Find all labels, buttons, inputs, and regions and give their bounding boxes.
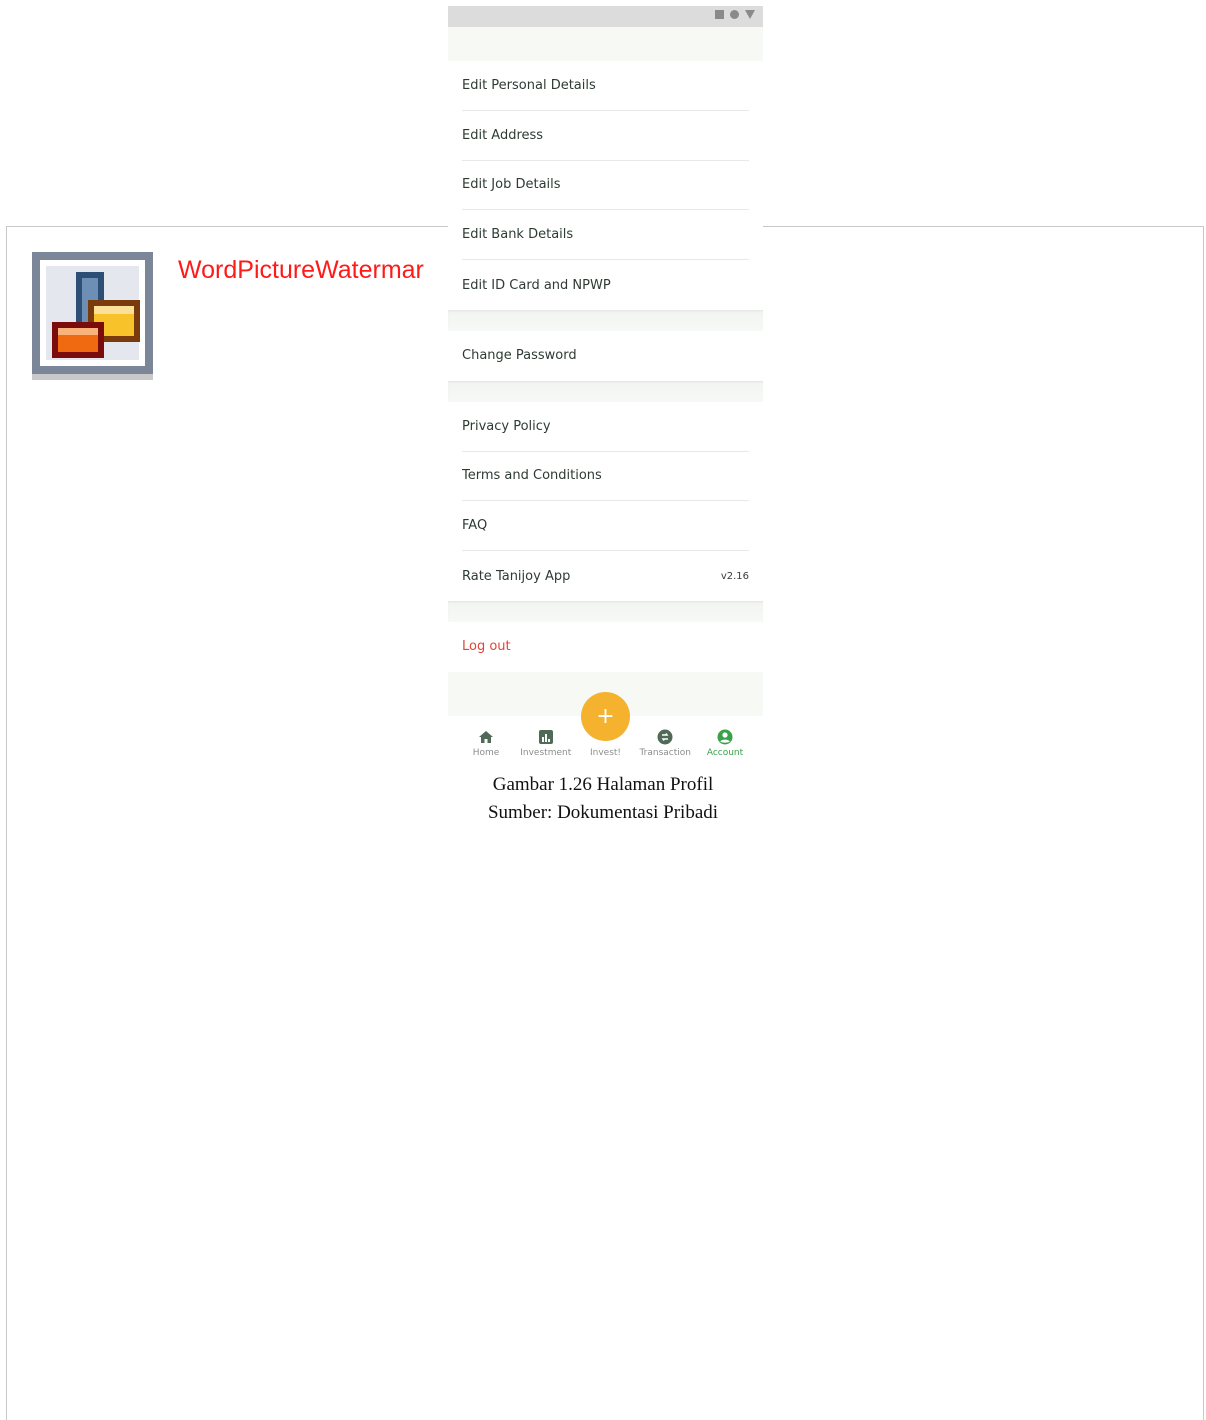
figure-source: Sumber: Dokumentasi Pribadi xyxy=(487,802,719,823)
menu-group-info: Privacy Policy Terms and Conditions FAQ … xyxy=(448,401,763,601)
menu-item-edit-address[interactable]: Edit Address xyxy=(462,111,749,161)
section-divider xyxy=(448,380,763,402)
menu-item-edit-id-card[interactable]: Edit ID Card and NPWP xyxy=(462,260,749,310)
menu-group-logout: Log out xyxy=(448,621,763,672)
watermark-label: WordPictureWatermar xyxy=(178,256,424,284)
nav-label: Investment xyxy=(520,747,572,758)
nav-label: Transaction xyxy=(639,747,692,758)
menu-item-label: Edit ID Card and NPWP xyxy=(462,277,611,293)
menu-item-label: Edit Job Details xyxy=(462,177,561,193)
nav-item-investment[interactable]: Investment xyxy=(518,716,574,760)
menu-item-edit-bank-details[interactable]: Edit Bank Details xyxy=(462,210,749,261)
menu-item-label: FAQ xyxy=(462,518,488,534)
menu-item-faq[interactable]: FAQ xyxy=(462,501,749,552)
home-icon xyxy=(479,730,493,743)
menu-item-rate-app[interactable]: Rate Tanijoy App v2.16 xyxy=(462,551,749,601)
square-icon xyxy=(715,10,724,19)
phone-screenshot: Edit Personal Details Edit Address Edit … xyxy=(448,6,763,766)
logout-label: Log out xyxy=(462,639,511,655)
triangle-icon xyxy=(745,10,755,19)
circle-icon xyxy=(730,10,739,19)
menu-item-terms[interactable]: Terms and Conditions xyxy=(462,452,749,502)
menu-item-label: Terms and Conditions xyxy=(462,468,602,484)
menu-group-security: Change Password xyxy=(448,330,763,381)
menu-item-label: Edit Bank Details xyxy=(462,227,574,243)
menu-item-label: Rate Tanijoy App xyxy=(462,568,571,584)
menu-item-edit-personal-details[interactable]: Edit Personal Details xyxy=(462,61,749,111)
menu-item-label: Edit Address xyxy=(462,127,544,143)
account-icon xyxy=(717,729,733,745)
plus-icon: + xyxy=(596,703,615,729)
bottom-navigation: + Home Investment Invest! Transaction Ac… xyxy=(448,691,763,760)
nav-label: Account xyxy=(706,747,744,758)
nav-label: Home xyxy=(472,747,500,758)
figure-caption: Gambar 1.26 Halaman Profil xyxy=(492,774,714,795)
app-version: v2.16 xyxy=(720,570,749,582)
logout-button[interactable]: Log out xyxy=(462,622,749,672)
section-divider xyxy=(448,600,763,622)
nav-item-home[interactable]: Home xyxy=(458,716,514,760)
invest-fab-button[interactable]: + xyxy=(581,691,630,741)
nav-label: Invest! xyxy=(589,747,622,758)
header-area xyxy=(448,27,763,61)
menu-item-privacy-policy[interactable]: Privacy Policy xyxy=(462,402,749,452)
transfer-icon xyxy=(657,729,673,745)
menu-item-change-password[interactable]: Change Password xyxy=(462,331,749,381)
menu-item-label: Privacy Policy xyxy=(462,418,551,434)
menu-item-edit-job-details[interactable]: Edit Job Details xyxy=(462,161,749,211)
nav-item-account[interactable]: Account xyxy=(697,716,753,760)
watermark-picture-icon xyxy=(32,252,153,380)
section-divider xyxy=(448,309,763,331)
menu-item-label: Change Password xyxy=(462,348,577,364)
status-bar xyxy=(448,6,763,27)
menu-item-label: Edit Personal Details xyxy=(462,77,596,93)
chart-icon xyxy=(538,729,553,744)
menu-group-profile: Edit Personal Details Edit Address Edit … xyxy=(448,61,763,310)
nav-item-transaction[interactable]: Transaction xyxy=(637,716,693,760)
